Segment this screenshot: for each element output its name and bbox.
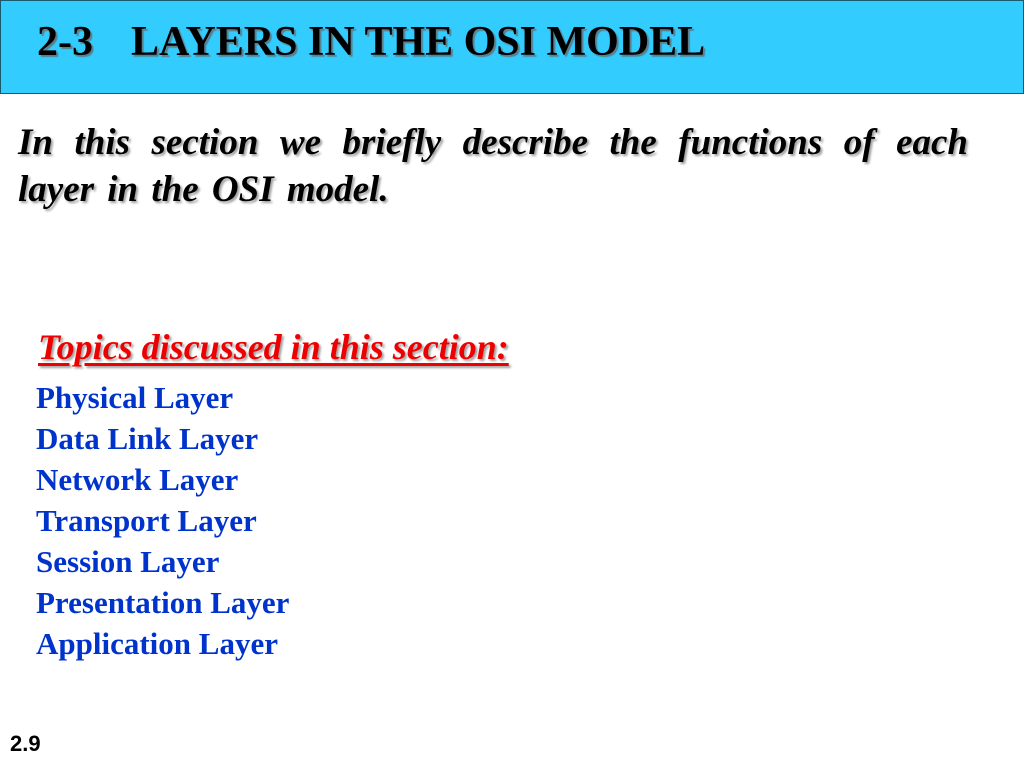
topic-item: Presentation Layer — [36, 585, 290, 620]
section-number: 2-3 — [37, 19, 93, 65]
intro-paragraph: In this section we briefly describe the … — [18, 122, 968, 210]
section-title: LAYERS IN THE OSI MODEL — [131, 19, 706, 65]
topic-item: Data Link Layer — [36, 421, 259, 456]
topics-heading: Topics discussed in this section: — [38, 327, 509, 367]
topic-item: Network Layer — [36, 462, 239, 497]
title-banner: 2-3 LAYERS IN THE OSI MODEL — [0, 0, 1024, 94]
slide-number: 2.9 — [10, 731, 41, 756]
topic-item: Session Layer — [36, 544, 220, 579]
topics-list: Physical Layer Data Link Layer Network L… — [36, 377, 289, 664]
topic-item: Physical Layer — [36, 380, 234, 415]
topic-item: Transport Layer — [36, 503, 257, 538]
topic-item: Application Layer — [36, 626, 278, 661]
slide-title: 2-3 LAYERS IN THE OSI MODEL — [37, 18, 705, 66]
